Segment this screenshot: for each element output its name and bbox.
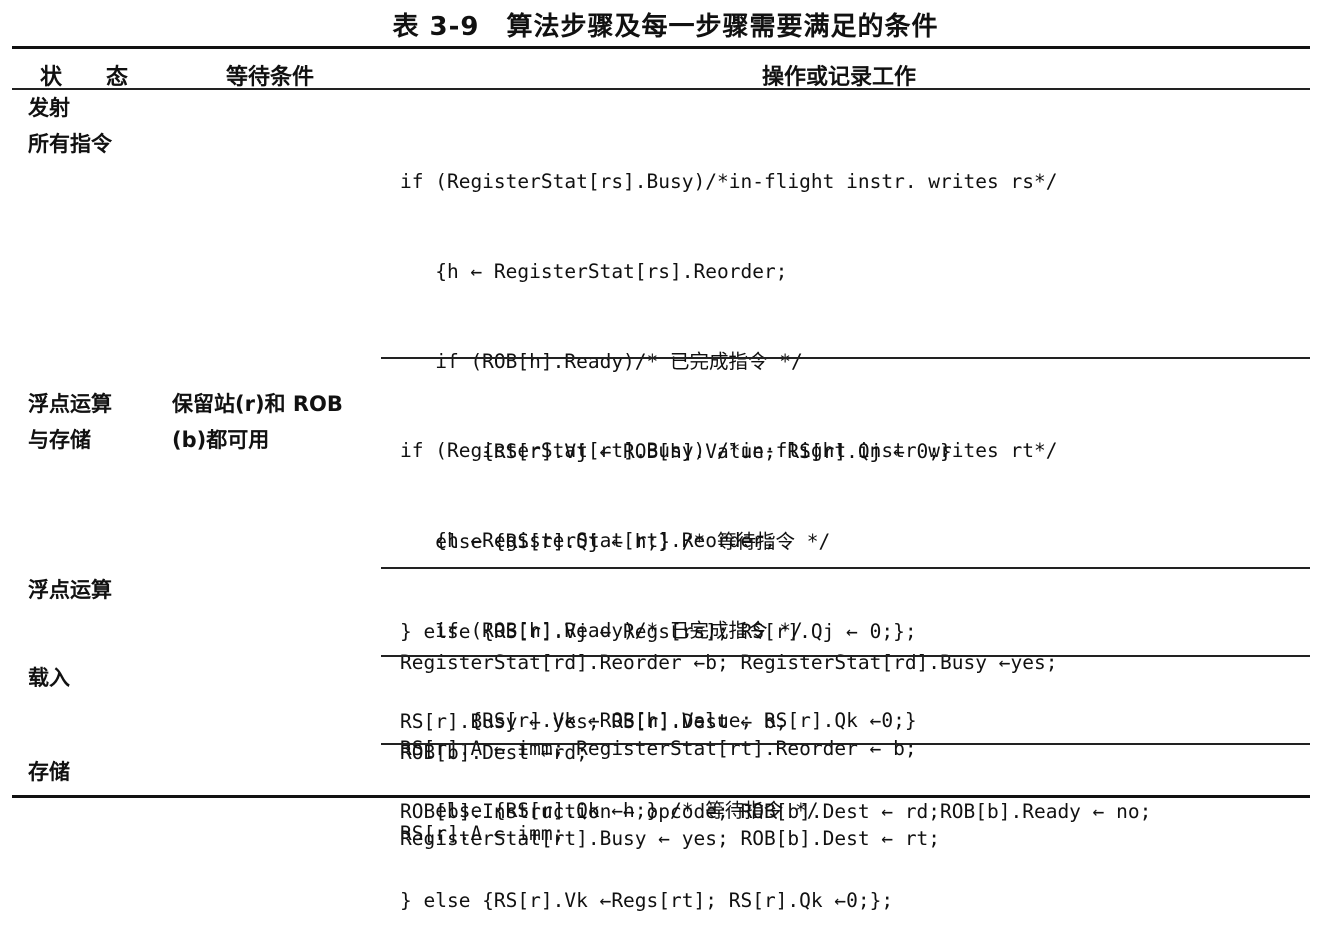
- wait-line: 保留站(r)和 ROB: [172, 392, 343, 416]
- state-line: 发射: [28, 96, 70, 120]
- code-line: RS[r].A ← imm;: [400, 822, 565, 845]
- state-line: 存储: [28, 760, 70, 784]
- code-line: if (ROB[h].Ready)/* 已完成指令 */: [400, 350, 803, 373]
- column-header-state: 状 态: [40, 65, 129, 90]
- row-divider: [381, 655, 1310, 657]
- code-line: {h ← RegisterStat[rs].Reorder;: [400, 260, 788, 283]
- state-line: 与存储: [28, 428, 91, 452]
- header-rule: [12, 88, 1310, 90]
- row-state-fp-store: 浮点运算 与存储: [28, 386, 112, 458]
- row-state-load: 载入: [28, 660, 70, 696]
- bottom-rule: [12, 795, 1310, 798]
- row-state-fp: 浮点运算: [28, 572, 112, 608]
- code-line: {h ←RegisterStat[rt].Reorder;: [400, 529, 776, 552]
- state-line: 所有指令: [28, 132, 112, 156]
- row-state-issue: 发射 所有指令: [28, 90, 112, 162]
- table-title: 表 3-9 算法步骤及每一步骤需要满足的条件: [392, 12, 939, 42]
- column-header-action: 操作或记录工作: [762, 65, 917, 90]
- row-divider: [381, 567, 1310, 569]
- state-line: 浮点运算: [28, 578, 112, 602]
- code-line: if (RegisterStat[rs].Busy)/*in-flight in…: [400, 170, 1058, 193]
- top-rule: [12, 46, 1310, 49]
- row-code-store: RS[r].A ← imm;: [400, 759, 564, 879]
- state-line: 浮点运算: [28, 392, 112, 416]
- code-line: if (RegisterStat[rt].Busy) /*in-flight i…: [400, 439, 1058, 462]
- row-divider: [381, 357, 1310, 359]
- column-header-wait: 等待条件: [226, 65, 315, 90]
- row-divider: [381, 743, 1310, 745]
- wait-line: (b)都可用: [172, 428, 270, 452]
- row-state-store: 存储: [28, 754, 70, 790]
- row-wait-fp-store: 保留站(r)和 ROB (b)都可用: [172, 386, 343, 458]
- code-line: } else {RS[r].Vk ←Regs[rt]; RS[r].Qk ←0;…: [400, 889, 894, 912]
- state-line: 载入: [28, 666, 70, 690]
